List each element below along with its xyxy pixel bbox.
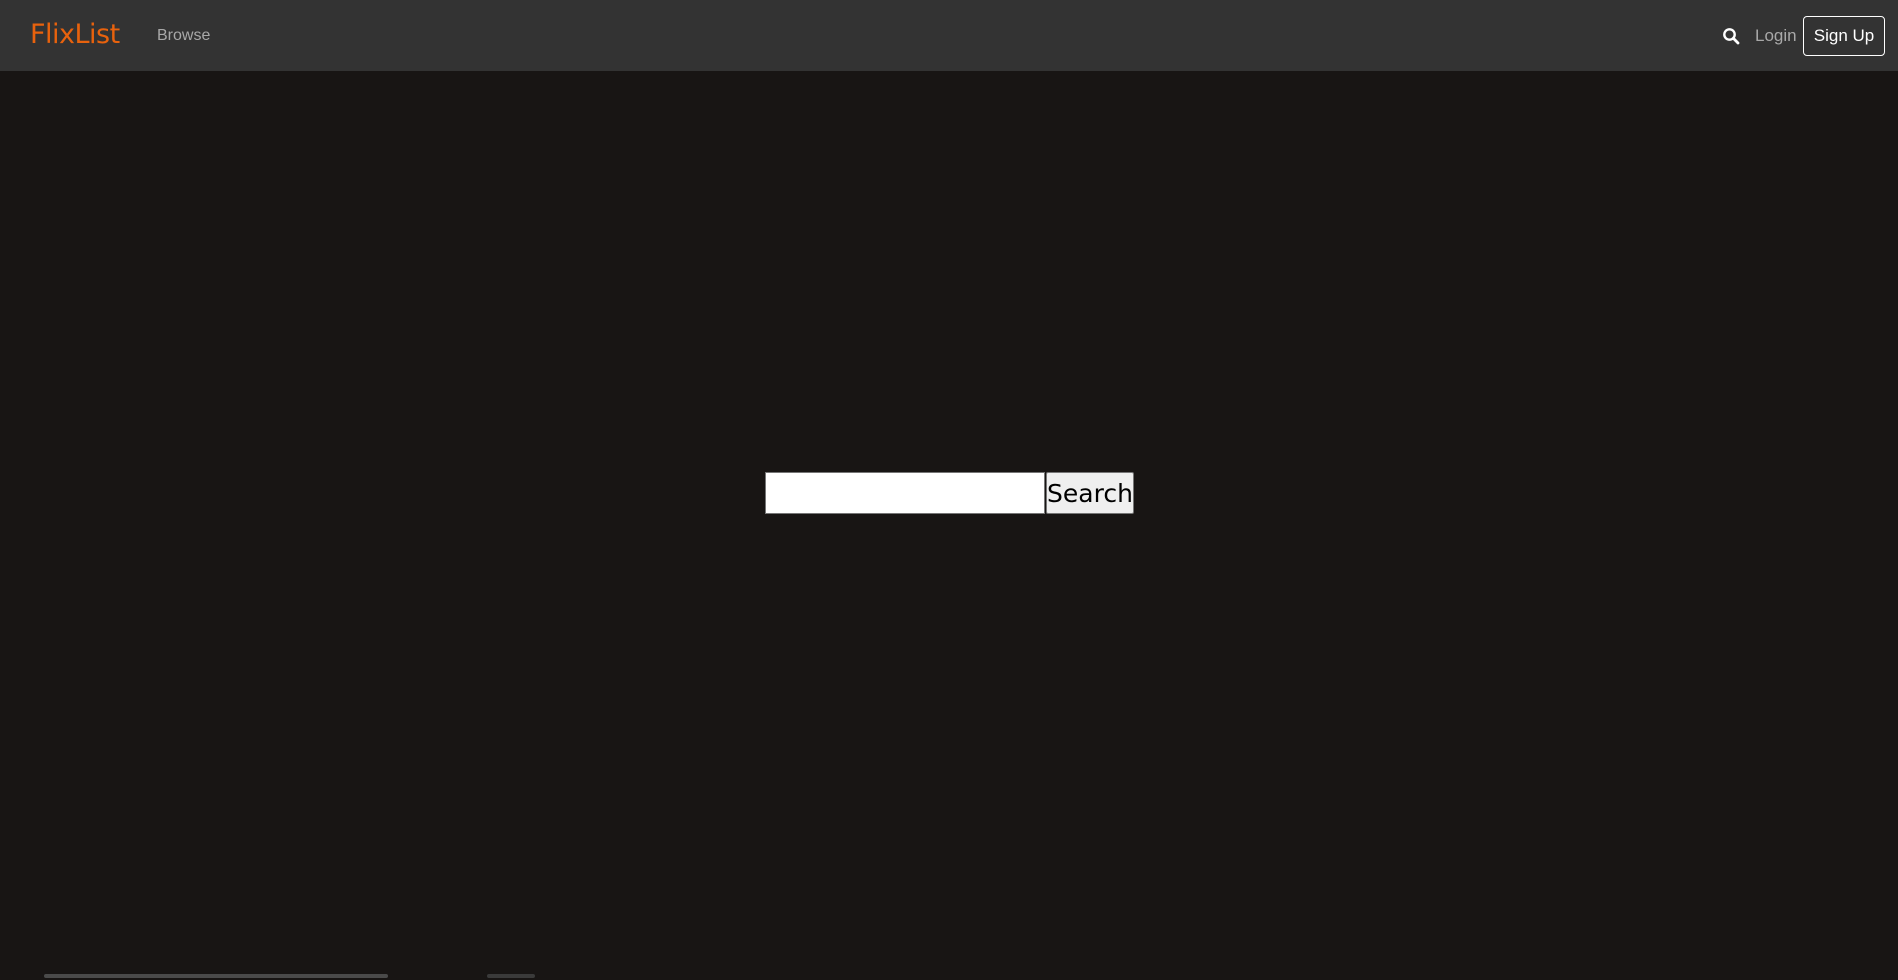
login-link[interactable]: Login	[1755, 25, 1797, 47]
search-icon-graphic	[1723, 28, 1740, 45]
flixlist-logo[interactable]: FlixList	[30, 17, 120, 53]
top-navbar: FlixList Browse Login Sign Up	[0, 0, 1898, 71]
search-input[interactable]	[765, 472, 1045, 514]
search-form: Search	[765, 472, 1134, 514]
search-button[interactable]: Search	[1046, 472, 1134, 514]
horizontal-scrollbar-thumb[interactable]	[44, 974, 388, 978]
search-icon[interactable]	[1722, 27, 1740, 45]
sign-up-button[interactable]: Sign Up	[1803, 16, 1885, 56]
horizontal-scrollbar-segment[interactable]	[487, 974, 535, 978]
nav-browse-link[interactable]: Browse	[157, 25, 210, 47]
